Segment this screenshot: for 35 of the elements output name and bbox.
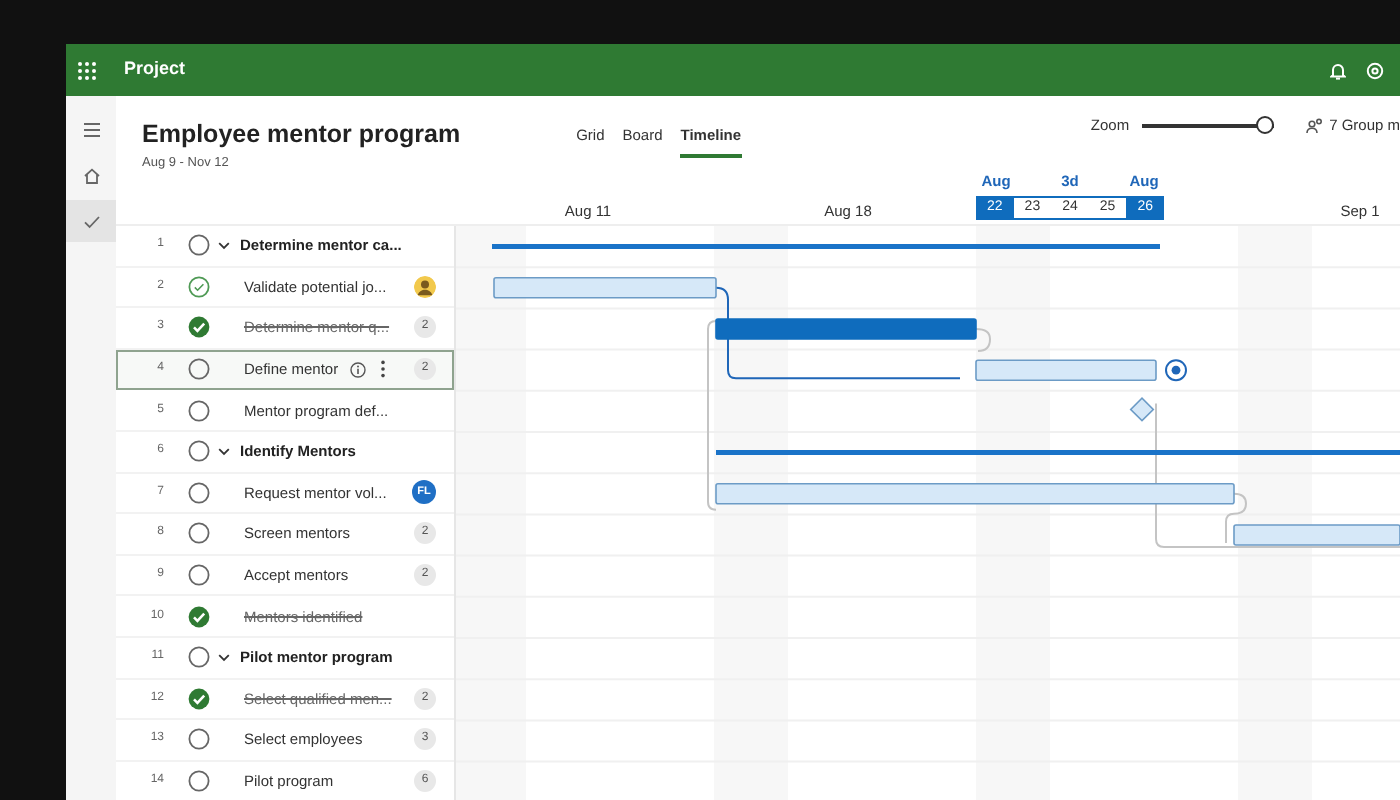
more-options-icon[interactable] <box>380 360 387 379</box>
empty-circle-icon[interactable] <box>188 481 210 504</box>
info-icon[interactable] <box>350 361 367 378</box>
empty-circle-icon[interactable] <box>188 522 210 545</box>
empty-circle-icon[interactable] <box>188 440 210 463</box>
empty-circle-icon[interactable] <box>188 399 210 422</box>
person-avatar-icon <box>414 275 436 298</box>
summary-bar[interactable] <box>492 244 1160 250</box>
people-icon <box>1305 117 1324 134</box>
chevron-icon[interactable] <box>218 447 230 456</box>
app-title: Project <box>124 56 186 83</box>
chevron-icon[interactable] <box>218 653 230 662</box>
plan-title: Employee mentor program <box>142 120 461 148</box>
empty-circle-icon[interactable] <box>188 564 210 587</box>
app-launcher-icon[interactable] <box>78 61 96 79</box>
empty-circle-icon[interactable] <box>188 646 210 669</box>
completed-check-icon[interactable] <box>188 316 210 339</box>
notification-icon[interactable] <box>1330 61 1346 79</box>
dependency-handle-icon[interactable] <box>1165 359 1187 382</box>
checkmark-icon <box>81 211 101 231</box>
empty-circle-icon[interactable] <box>188 234 210 257</box>
empty-circle-icon[interactable] <box>188 770 210 793</box>
chevron-icon[interactable] <box>218 241 230 250</box>
empty-circle-icon[interactable] <box>188 358 210 381</box>
completed-check-icon[interactable] <box>188 605 210 628</box>
home-icon <box>81 165 101 185</box>
dependency-line <box>975 328 991 352</box>
completed-check-icon[interactable] <box>188 687 210 710</box>
summary-bar[interactable] <box>716 450 1400 456</box>
milestone-diamond[interactable] <box>1129 396 1155 422</box>
settings-icon[interactable] <box>1366 61 1384 79</box>
check-circle-icon[interactable] <box>188 275 210 298</box>
slider-thumb[interactable] <box>1255 115 1274 134</box>
empty-circle-icon[interactable] <box>188 728 210 751</box>
menu-icon <box>81 119 101 139</box>
